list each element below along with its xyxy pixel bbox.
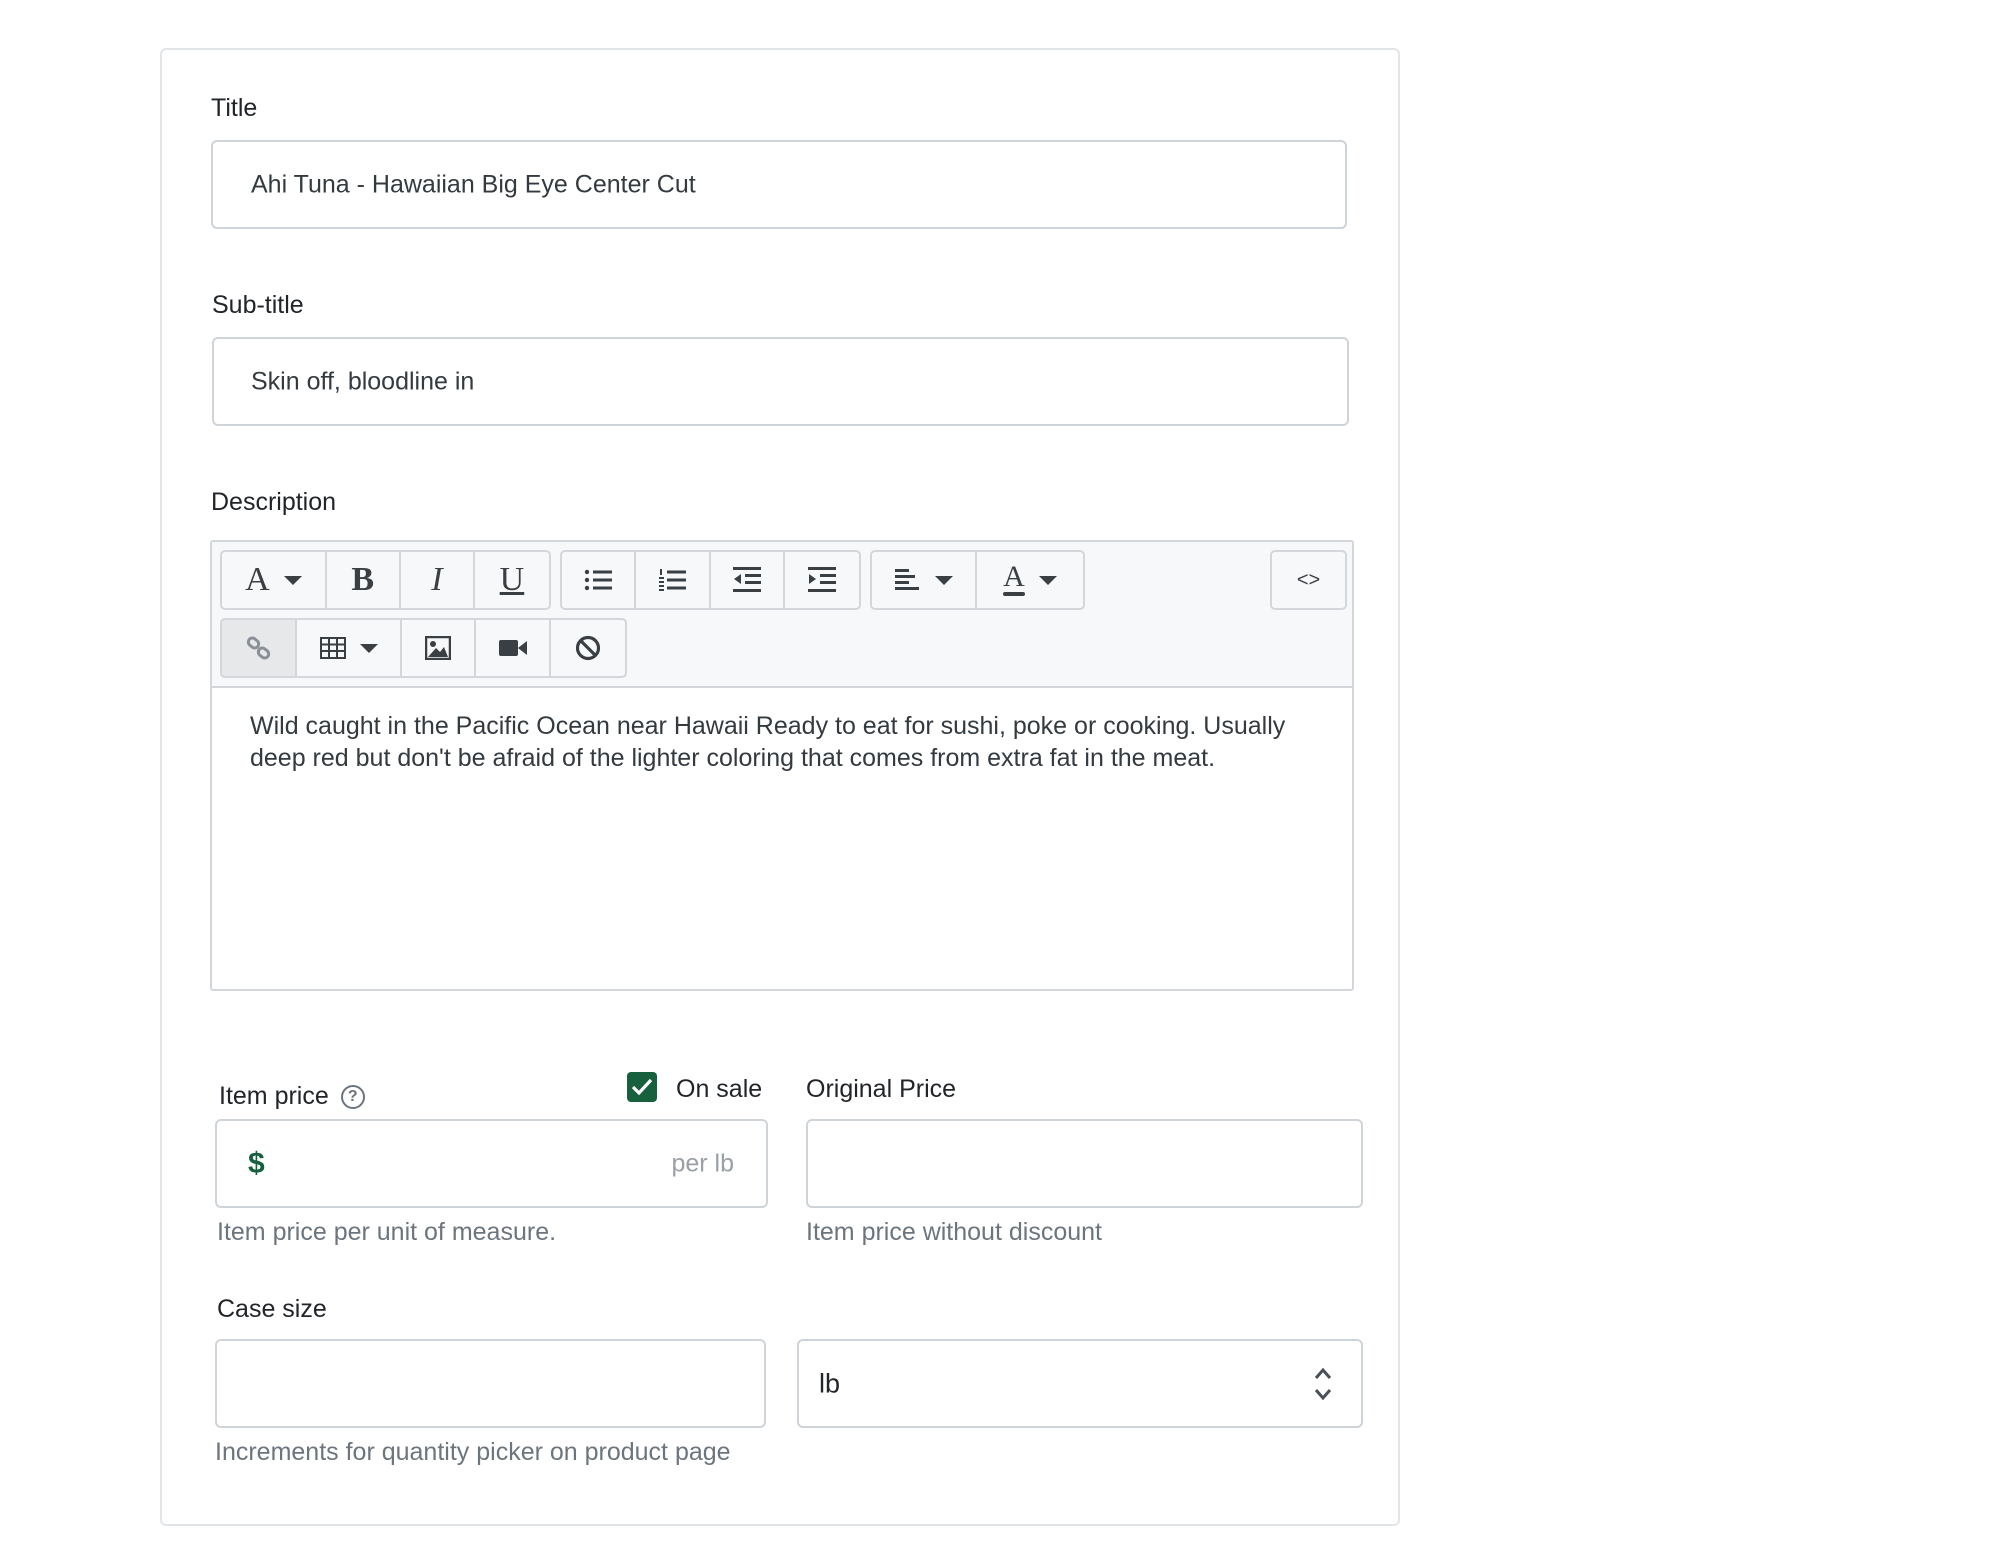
color-bar <box>1003 592 1025 596</box>
code-view-button[interactable]: <> <box>1272 552 1345 608</box>
toolbar-group-style: A B I U <box>220 550 551 610</box>
outdent-icon <box>732 567 761 592</box>
numbered-list-icon <box>659 569 687 591</box>
font-color-icon: A <box>1003 560 1025 596</box>
on-sale-checkbox[interactable] <box>627 1072 657 1102</box>
toolbar-group-code: <> <box>1270 550 1347 610</box>
toolbar-group-format: A <box>870 550 1085 610</box>
bulleted-list-button[interactable] <box>562 552 637 608</box>
description-content[interactable]: Wild caught in the Pacific Ocean near Ha… <box>250 710 1310 774</box>
subtitle-input-value: Skin off, bloodline in <box>251 367 475 395</box>
underline-icon: U <box>499 561 525 598</box>
image-button[interactable] <box>402 620 477 676</box>
outdent-button[interactable] <box>711 552 785 608</box>
link-button[interactable] <box>222 620 298 676</box>
link-icon <box>246 636 270 660</box>
item-price-label-row: Item price ? <box>219 1082 365 1111</box>
case-unit-selected: lb <box>819 1368 841 1398</box>
video-camera-icon <box>498 640 527 656</box>
editor-toolbar: A B I U A <> <box>212 542 1352 688</box>
toolbar-group-insert <box>220 618 627 678</box>
numbered-list-button[interactable] <box>636 552 711 608</box>
per-unit-suffix: per lb <box>671 1149 734 1177</box>
help-icon[interactable]: ? <box>340 1084 365 1109</box>
item-price-help: Item price per unit of measure. <box>217 1218 557 1246</box>
case-size-input[interactable] <box>215 1339 766 1428</box>
italic-icon: I <box>431 561 443 598</box>
subtitle-label: Sub-title <box>212 291 304 319</box>
bold-icon: B <box>351 561 375 598</box>
case-unit-select[interactable]: lb <box>797 1339 1363 1428</box>
subtitle-input[interactable]: Skin off, bloodline in <box>212 337 1349 426</box>
original-price-help: Item price without discount <box>806 1218 1102 1246</box>
title-label: Title <box>211 94 258 122</box>
chevron-down-icon <box>359 643 378 653</box>
video-button[interactable] <box>476 620 551 676</box>
chevron-down-icon <box>283 575 302 585</box>
toolbar-group-lists <box>560 550 861 610</box>
case-size-label: Case size <box>217 1295 327 1323</box>
font-icon: A <box>245 561 270 598</box>
description-editor: A B I U A <> Wild caught in the Pacific … <box>210 540 1354 991</box>
case-size-help: Increments for quantity picker on produc… <box>215 1438 731 1466</box>
font-style-dropdown[interactable]: A <box>222 552 327 608</box>
chevron-down-icon <box>934 575 953 585</box>
clear-format-icon <box>575 635 600 661</box>
table-icon <box>319 637 346 659</box>
underline-button[interactable]: U <box>475 552 549 608</box>
bulleted-list-icon <box>584 569 613 591</box>
checkmark-icon <box>631 1078 653 1096</box>
dollar-sign-icon: $ <box>248 1146 265 1180</box>
item-price-input[interactable]: $ per lb <box>215 1119 768 1208</box>
italic-button[interactable]: I <box>401 552 475 608</box>
title-input[interactable]: Ahi Tuna - Hawaiian Big Eye Center Cut <box>211 140 1347 229</box>
chevron-up-down-icon <box>1314 1367 1332 1401</box>
font-color-glyph: A <box>1003 560 1025 593</box>
clear-format-button[interactable] <box>551 620 625 676</box>
align-dropdown[interactable] <box>872 552 978 608</box>
indent-icon <box>807 567 836 592</box>
chevron-down-icon <box>1039 575 1057 585</box>
original-price-label: Original Price <box>806 1075 957 1103</box>
align-left-icon <box>894 569 919 590</box>
on-sale-label: On sale <box>676 1075 763 1103</box>
item-price-label: Item price <box>219 1082 329 1110</box>
bold-button[interactable]: B <box>327 552 401 608</box>
indent-button[interactable] <box>785 552 859 608</box>
original-price-input[interactable] <box>806 1119 1363 1208</box>
font-color-dropdown[interactable]: A <box>977 552 1083 608</box>
image-icon <box>425 636 452 660</box>
table-dropdown[interactable] <box>297 620 403 676</box>
title-input-value: Ahi Tuna - Hawaiian Big Eye Center Cut <box>251 170 696 198</box>
description-label: Description <box>211 488 337 516</box>
